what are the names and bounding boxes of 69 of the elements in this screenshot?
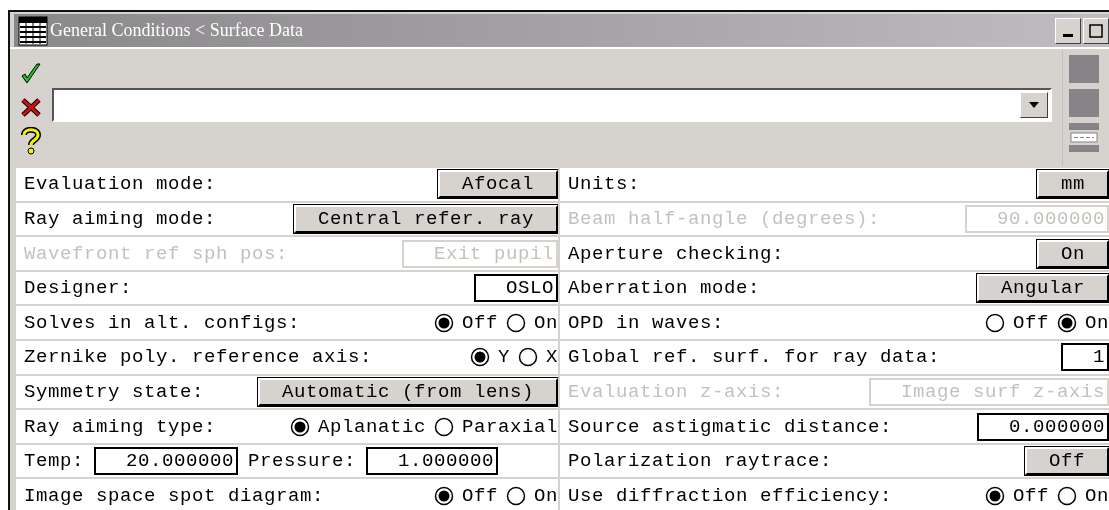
radio-label[interactable]: On (534, 484, 558, 507)
field-label: Beam half-angle (degrees): (568, 207, 881, 230)
option-button[interactable]: mm (1037, 170, 1109, 199)
field-label: Evaluation z-axis: (568, 380, 785, 403)
field-label: Source astigmatic distance: (568, 415, 893, 438)
window-title: General Conditions < Surface Data (50, 20, 305, 42)
field-label: Use diffraction efficiency: (568, 484, 893, 507)
radio-label[interactable]: Off (1012, 311, 1049, 334)
field-label: Units: (568, 173, 640, 196)
field-label: Evaluation mode: (24, 173, 217, 196)
field-label: Aberration mode: (568, 277, 761, 300)
field-label: OPD in waves: (568, 311, 725, 334)
radio-button[interactable] (433, 312, 454, 333)
keyboard-icon[interactable] (1069, 123, 1099, 154)
option-button[interactable]: Central refer. ray (293, 204, 558, 233)
field-label: Polarization raytrace: (568, 450, 833, 473)
input-field[interactable]: 1.000000 (366, 447, 499, 476)
radio-button[interactable] (434, 416, 454, 437)
dropdown-button[interactable] (1020, 91, 1048, 118)
maximize-button[interactable] (1083, 17, 1109, 44)
minimize-icon (1063, 34, 1073, 38)
caret-icon (1029, 101, 1039, 108)
option-button[interactable]: On (1037, 239, 1109, 268)
field-label: Designer: (24, 277, 133, 300)
field-label: Zernike poly. reference axis: (24, 346, 373, 369)
radio-button[interactable] (1057, 485, 1077, 506)
option-button[interactable]: Afocal (438, 170, 558, 199)
radio-button[interactable] (506, 485, 526, 506)
option-button[interactable]: Angular (977, 274, 1109, 303)
field-label: Aperture checking: (568, 242, 785, 265)
radio-button[interactable] (984, 312, 1005, 333)
radio-label[interactable]: X (546, 346, 558, 369)
radio-label[interactable]: Off (1012, 484, 1049, 507)
radio-button[interactable] (1057, 312, 1077, 333)
input-field[interactable]: OSLO (474, 274, 558, 303)
radio-button[interactable] (433, 485, 454, 506)
field-label: Global ref. surf. for ray data: (568, 346, 941, 369)
radio-button[interactable] (518, 347, 538, 368)
field-label: Image space spot diagram: (24, 484, 325, 507)
field-label: Pressure: (248, 450, 357, 473)
radio-label[interactable]: On (534, 311, 558, 334)
field-label: Temp: (24, 450, 84, 473)
command-field[interactable] (52, 87, 1052, 122)
field-label: Ray aiming mode: (24, 207, 217, 230)
close-icon[interactable] (20, 95, 42, 118)
input-field[interactable]: 0.000000 (977, 412, 1109, 441)
field-label: Ray aiming type: (24, 415, 217, 438)
radio-label[interactable]: Off (461, 311, 498, 334)
option-button[interactable]: Off (1025, 447, 1109, 476)
radio-label[interactable]: On (1085, 484, 1109, 507)
radio-label[interactable]: Off (461, 484, 498, 507)
field-label: Symmetry state: (24, 380, 205, 403)
radio-button[interactable] (289, 416, 310, 437)
minimize-button[interactable] (1055, 17, 1081, 44)
help-icon[interactable] (20, 127, 42, 156)
radio-label[interactable]: On (1085, 311, 1109, 334)
radio-label[interactable]: Paraxial (462, 415, 558, 438)
option-button[interactable]: Automatic (from lens) (257, 377, 558, 406)
input-field[interactable]: 1 (1061, 343, 1109, 372)
maximize-icon (1089, 23, 1103, 38)
input-field[interactable]: 20.000000 (94, 447, 239, 476)
radio-button[interactable] (506, 312, 526, 333)
radio-button[interactable] (469, 347, 490, 368)
radio-label[interactable]: Aplanatic (317, 415, 426, 438)
checkmark-icon[interactable] (20, 61, 42, 86)
field-label: Wavefront ref sph pos: (24, 242, 289, 265)
field-label: Solves in alt. configs: (24, 311, 301, 334)
radio-label[interactable]: Y (497, 346, 510, 369)
radio-button[interactable] (984, 485, 1005, 506)
